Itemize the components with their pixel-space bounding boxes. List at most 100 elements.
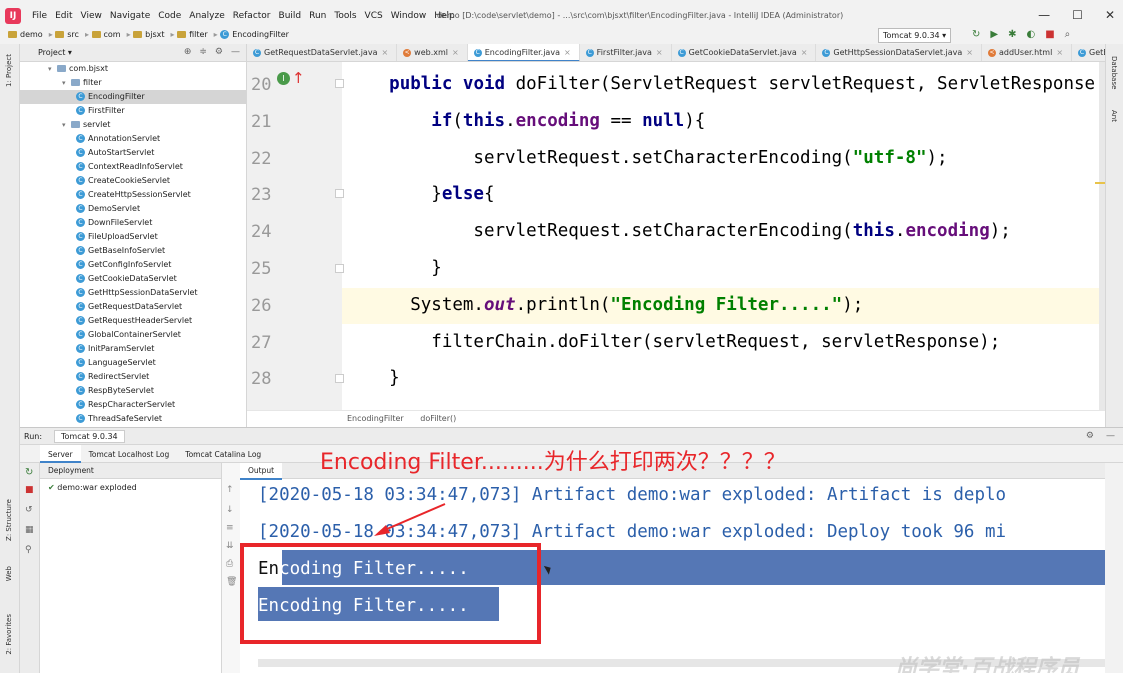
structure-tool-tab[interactable]: Z: Structure [5,499,13,541]
menu-refactor[interactable]: Refactor [233,11,271,21]
run-config-selector[interactable]: Tomcat 9.0.34 ▾ [878,28,952,43]
tree-item[interactable]: ▾ filter [20,76,246,90]
tree-item[interactable]: C FileUploadServlet [20,230,246,244]
crumb-demo[interactable]: demo [8,30,43,39]
line-number[interactable]: 20 [251,75,279,95]
breadcrumb-method[interactable]: doFilter() [420,414,456,423]
code-line[interactable]: }else{ [347,184,494,204]
tree-item[interactable]: C ContextReadInfoServlet [20,160,246,174]
menu-code[interactable]: Code [158,11,181,21]
tree-item[interactable]: C RedirectServlet [20,370,246,384]
code-editor[interactable]: 20 21 22 23 24 25 26 27 28 I ↑ public void doFil… [247,62,1105,410]
crumb-com[interactable]: com [85,30,121,39]
tree-item[interactable]: C GetCookieDataServlet [20,272,246,286]
run-config-tab[interactable]: Tomcat 9.0.34 [54,430,125,443]
menu-run[interactable]: Run [309,11,326,21]
update-icon[interactable]: ↺ [25,505,33,515]
code-line[interactable]: filterChain.doFilter(servletRequest, ser… [347,332,1000,352]
close-tab-icon[interactable]: × [1056,48,1063,57]
expand-arrow-icon[interactable]: ▾ [62,76,71,90]
crumb-src[interactable]: src [49,30,79,39]
menu-view[interactable]: View [81,11,102,21]
tree-item[interactable]: ▾ com.bjsxt [20,62,246,76]
tree-item[interactable]: ▾ servlet [20,118,246,132]
menu-analyze[interactable]: Analyze [189,11,224,21]
project-panel-title[interactable]: Project [38,48,65,57]
tab-server[interactable]: Server [40,445,81,463]
debug-icon[interactable]: ✱ [1008,29,1016,40]
code-line[interactable]: servletRequest.setCharacterEncoding("utf… [347,148,947,168]
gear-icon[interactable]: ⚙ [1086,431,1094,441]
menu-tools[interactable]: Tools [334,11,356,21]
stop-icon[interactable]: ■ [25,485,34,495]
database-tool-tab[interactable]: Database [1110,56,1118,89]
stop-icon[interactable]: ■ [1045,29,1054,40]
editor-tab[interactable]: C GetCookieDataServlet.java × [672,44,817,61]
tree-item[interactable]: C AnnotationServlet [20,132,246,146]
code-line[interactable]: } [347,368,400,388]
expand-arrow-icon[interactable]: ▾ [48,62,57,76]
fold-marker-icon[interactable] [335,189,344,198]
tree-item[interactable]: C GetRequestHeaderServlet [20,314,246,328]
gear-icon[interactable]: ⚙ [215,47,223,57]
close-tab-icon[interactable]: × [564,48,571,57]
menu-build[interactable]: Build [279,11,302,21]
layout-icon[interactable]: ▦ [25,525,34,535]
line-number[interactable]: 22 [251,149,279,169]
tree-item[interactable]: C GetBaseInfoServlet [20,244,246,258]
code-line[interactable]: servletRequest.setCharacterEncoding(this… [347,221,1010,241]
tree-item[interactable]: C DownFileServlet [20,216,246,230]
tree-item[interactable]: C GetRequestDataServlet [20,300,246,314]
fold-marker-icon[interactable] [335,264,344,273]
code-line[interactable]: } [347,258,442,278]
rerun-icon[interactable]: ↻ [25,467,33,478]
line-number[interactable]: 25 [251,259,279,279]
editor-tab[interactable]: C EncodingFilter.java × [467,44,580,61]
code-line[interactable]: public void doFilter(ServletRequest serv… [347,74,1095,94]
scroll-down-icon[interactable]: ↓ [226,505,234,515]
editor-tab[interactable]: < addUser.html × [982,44,1073,61]
line-number[interactable]: 23 [251,185,279,205]
tree-item[interactable]: C EncodingFilter [20,90,246,104]
search-icon[interactable]: ⌕ [1065,29,1071,40]
tab-tomcat-catalina-log[interactable]: Tomcat Catalina Log [177,445,269,463]
menu-file[interactable]: File [32,11,47,21]
close-tab-icon[interactable]: × [452,48,459,57]
tree-item[interactable]: C InitParamServlet [20,342,246,356]
maximize-icon[interactable]: ☐ [1072,8,1083,22]
crumb-encodingfilter[interactable]: CEncodingFilter [214,30,289,39]
wrap-icon[interactable]: ≡ [226,523,234,533]
project-tool-tab[interactable]: 1: Project [5,54,13,87]
tree-item[interactable]: C RespByteServlet [20,384,246,398]
code-line[interactable]: System.out.println("Encoding Filter.....… [347,295,863,315]
editor-tab[interactable]: C GetHttpSessionDataServlet.java × [816,44,982,61]
expand-arrow-icon[interactable]: ▾ [62,118,71,132]
fold-marker-icon[interactable] [335,374,344,383]
scroll-up-icon[interactable]: ↑ [226,485,234,495]
hide-icon[interactable]: — [1106,431,1115,441]
tree-item[interactable]: C CreateHttpSessionServlet [20,188,246,202]
tree-item[interactable]: C LanguageServlet [20,356,246,370]
web-tool-tab[interactable]: Web [5,566,13,581]
tab-tomcat-localhost-log[interactable]: Tomcat Localhost Log [81,445,178,463]
tree-item[interactable]: C GetHttpSessionDataServlet [20,286,246,300]
tree-item[interactable]: C DemoServlet [20,202,246,216]
close-tab-icon[interactable]: × [801,48,808,57]
rerun-icon[interactable]: ↻ [972,29,980,40]
breadcrumb-class[interactable]: EncodingFilter [347,414,404,423]
close-icon[interactable]: ✕ [1105,8,1115,22]
print-icon[interactable]: ⎙ [226,559,233,569]
tree-item[interactable]: C CreateCookieServlet [20,174,246,188]
run-icon[interactable]: ▶ [990,29,998,40]
implements-method-icon[interactable]: I [277,72,290,85]
menu-window[interactable]: Window [391,11,427,21]
line-number[interactable]: 28 [251,369,279,389]
tree-item[interactable]: C FirstFilter [20,104,246,118]
fold-marker-icon[interactable] [335,79,344,88]
crumb-bjsxt[interactable]: bjsxt [127,30,165,39]
hide-icon[interactable]: — [231,47,240,57]
locate-icon[interactable]: ⊕ [184,47,192,57]
minimize-icon[interactable]: — [1038,8,1050,22]
line-number[interactable]: 27 [251,333,279,353]
overrides-arrow-icon[interactable]: ↑ [292,69,305,87]
